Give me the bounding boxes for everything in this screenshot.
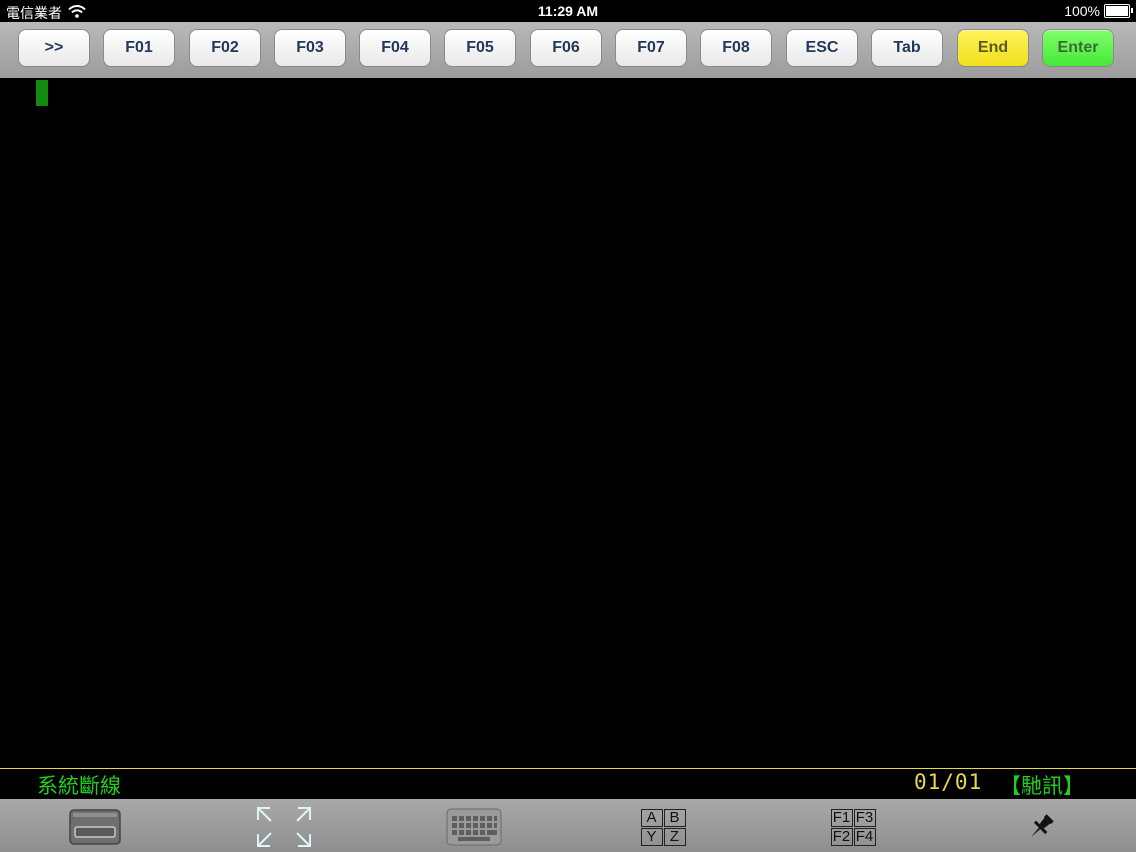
more-keys-button[interactable]: >> xyxy=(18,29,90,67)
page-indicator: 01/01 xyxy=(914,770,983,794)
status-bar: 電信業者 11:29 AM 100% xyxy=(0,0,1136,22)
f08-button[interactable]: F08 xyxy=(700,29,772,67)
f05-button[interactable]: F05 xyxy=(444,29,516,67)
fkey-cell: F4 xyxy=(853,827,876,846)
bottom-toolbar: A B Y Z F1 F3 F2 F4 xyxy=(0,799,1136,852)
fkey-cell: F2 xyxy=(830,827,853,846)
f03-button[interactable]: F03 xyxy=(274,29,346,67)
abyz-cell: Z xyxy=(663,827,686,846)
function-keys-icon[interactable]: F1 F3 F2 F4 xyxy=(828,807,878,847)
clock-time: 11:29 AM xyxy=(537,3,599,19)
info-bar: 系統斷線 01/01 【馳訊】 xyxy=(0,768,1136,799)
battery-icon xyxy=(1104,4,1133,18)
f06-button[interactable]: F06 xyxy=(530,29,602,67)
fkey-cell: F3 xyxy=(853,808,876,827)
pin-icon[interactable] xyxy=(1024,807,1058,847)
text-cursor xyxy=(36,80,48,106)
end-button[interactable]: End xyxy=(957,29,1029,67)
screen-window-icon[interactable] xyxy=(68,807,122,847)
tab-button[interactable]: Tab xyxy=(871,29,943,67)
expand-arrows-icon[interactable] xyxy=(256,807,312,847)
fkey-cell: F1 xyxy=(830,808,853,827)
driver-label: 【馳訊】 xyxy=(1000,774,1084,798)
f01-button[interactable]: F01 xyxy=(103,29,175,67)
enter-button[interactable]: Enter xyxy=(1042,29,1114,67)
abyz-cell: B xyxy=(663,808,686,827)
abyz-letters-icon[interactable]: A B Y Z xyxy=(639,807,687,847)
abyz-cell: A xyxy=(640,808,663,827)
abyz-cell: Y xyxy=(640,827,663,846)
battery-percent: 100% xyxy=(1064,3,1100,19)
f04-button[interactable]: F04 xyxy=(359,29,431,67)
f07-button[interactable]: F07 xyxy=(615,29,687,67)
connection-status: 系統斷線 xyxy=(37,774,121,798)
esc-button[interactable]: ESC xyxy=(786,29,858,67)
terminal-screen[interactable] xyxy=(0,78,1136,768)
keyboard-icon[interactable] xyxy=(446,807,502,847)
f02-button[interactable]: F02 xyxy=(189,29,261,67)
function-key-bar: >> F01 F02 F03 F04 F05 F06 F07 F08 ESC T… xyxy=(0,22,1136,78)
